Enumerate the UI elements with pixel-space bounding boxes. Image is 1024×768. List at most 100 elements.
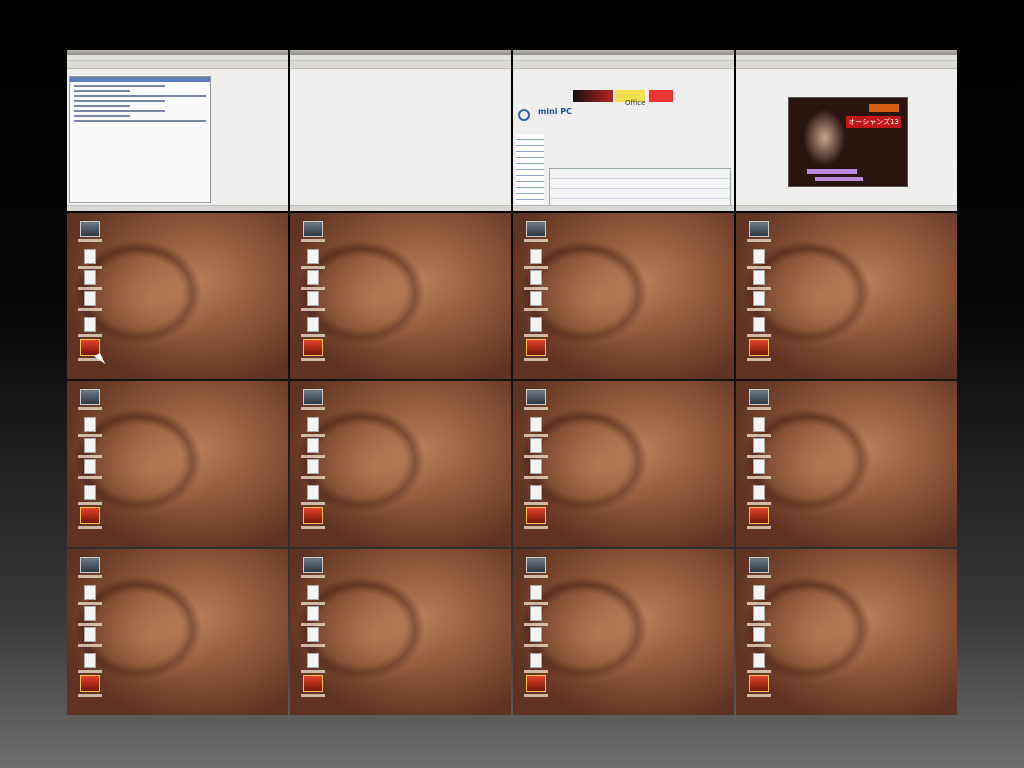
dialog-panel[interactable] (69, 76, 211, 203)
workspace-10[interactable] (290, 381, 511, 547)
desktop-icon[interactable] (301, 557, 325, 578)
desktop-icon[interactable] (747, 653, 771, 673)
browser-window-blank[interactable] (290, 50, 511, 211)
desktop-icon[interactable] (747, 339, 771, 361)
player-toolbar[interactable] (736, 61, 957, 69)
workspace-9[interactable] (67, 381, 288, 547)
workspace-7[interactable] (513, 213, 734, 379)
workspace-12[interactable] (736, 381, 957, 547)
desktop-icon[interactable] (301, 317, 325, 337)
desktop-icon[interactable] (301, 507, 325, 529)
desktop-icon[interactable] (78, 417, 102, 437)
desktop-icon[interactable] (524, 339, 548, 361)
desktop-icon[interactable] (524, 585, 548, 605)
desktop-icon[interactable] (524, 557, 548, 578)
desktop-icon[interactable] (78, 221, 102, 242)
desktop-icon[interactable] (747, 485, 771, 505)
desktop-icon[interactable] (301, 291, 325, 311)
window-toolbar[interactable] (513, 61, 734, 69)
desktop-icon[interactable] (301, 438, 325, 458)
desktop-icon[interactable] (747, 585, 771, 605)
ad-banner[interactable] (573, 90, 613, 102)
window-toolbar[interactable] (67, 61, 288, 69)
desktop-icon[interactable] (301, 627, 325, 647)
desktop-icon[interactable] (524, 249, 548, 269)
workspace-14[interactable] (290, 549, 511, 715)
desktop-icon[interactable] (747, 249, 771, 269)
desktop-icon[interactable] (78, 557, 102, 578)
desktop-icon[interactable] (747, 438, 771, 458)
desktop-icon[interactable] (524, 627, 548, 647)
desktop-icon[interactable] (747, 270, 771, 290)
desktop-icon[interactable] (78, 438, 102, 458)
desktop-icon[interactable] (524, 291, 548, 311)
desktop-icon[interactable] (301, 675, 325, 697)
desktop-icon[interactable] (78, 606, 102, 626)
desktop-icon[interactable] (301, 389, 325, 410)
desktop-icon[interactable] (524, 417, 548, 437)
workspace-15[interactable] (513, 549, 734, 715)
desktop-icon[interactable] (747, 291, 771, 311)
desktop-icon[interactable] (747, 389, 771, 410)
workspace-16[interactable] (736, 549, 957, 715)
workspace-11[interactable] (513, 381, 734, 547)
workspace-13[interactable] (67, 549, 288, 715)
desktop-icon[interactable] (78, 317, 102, 337)
workspace-2[interactable] (290, 50, 511, 211)
site-logo[interactable]: mini PC (518, 106, 578, 121)
desktop-icon[interactable] (301, 339, 325, 361)
desktop-icon[interactable] (301, 485, 325, 505)
desktop-icon[interactable] (78, 653, 102, 673)
desktop-icon[interactable] (524, 270, 548, 290)
desktop-icon[interactable] (747, 221, 771, 242)
workspace-1[interactable] (67, 50, 288, 211)
desktop-icon[interactable] (747, 459, 771, 479)
desktop-icon[interactable] (78, 249, 102, 269)
site-sidebar[interactable] (516, 134, 544, 204)
desktop-icon[interactable] (747, 417, 771, 437)
desktop-icon[interactable] (301, 606, 325, 626)
desktop-icon[interactable] (747, 317, 771, 337)
desktop-icon[interactable] (301, 417, 325, 437)
desktop-icon[interactable] (747, 675, 771, 697)
video-player-window[interactable]: オーシャンズ13 (736, 50, 957, 211)
desktop-icon[interactable] (524, 438, 548, 458)
desktop-icon[interactable] (78, 459, 102, 479)
desktop-icon[interactable] (747, 557, 771, 578)
desktop-icon[interactable] (524, 653, 548, 673)
desktop-icon[interactable] (78, 389, 102, 410)
video-frame[interactable]: オーシャンズ13 (788, 97, 908, 187)
desktop-icon[interactable] (747, 627, 771, 647)
desktop-icon[interactable] (301, 270, 325, 290)
desktop-icon[interactable] (524, 485, 548, 505)
desktop-icon[interactable] (301, 585, 325, 605)
desktop-icon[interactable] (747, 507, 771, 529)
editor-window[interactable] (67, 50, 288, 211)
desktop-icon[interactable] (524, 221, 548, 242)
browser-window[interactable]: Office mini PC (513, 50, 734, 211)
workspace-8[interactable] (736, 213, 957, 379)
desktop-icon[interactable] (78, 585, 102, 605)
desktop-icon[interactable] (78, 270, 102, 290)
desktop-icon[interactable] (301, 221, 325, 242)
office-banner[interactable]: Office (615, 90, 645, 107)
desktop-icon[interactable] (301, 459, 325, 479)
desktop-icon[interactable] (301, 249, 325, 269)
desktop-icon[interactable] (78, 291, 102, 311)
workspace-6[interactable] (290, 213, 511, 379)
desktop-icon[interactable] (524, 459, 548, 479)
desktop-icon[interactable] (78, 507, 102, 529)
desktop-icon[interactable] (524, 606, 548, 626)
desktop-icon[interactable] (524, 507, 548, 529)
desktop-icon[interactable] (524, 317, 548, 337)
desktop-icon[interactable] (78, 627, 102, 647)
window-toolbar[interactable] (290, 61, 511, 69)
desktop-icon[interactable] (78, 675, 102, 697)
workspace-4[interactable]: オーシャンズ13 (736, 50, 957, 211)
workspace-3[interactable]: Office mini PC (513, 50, 734, 211)
desktop-icon[interactable] (524, 675, 548, 697)
desktop-icon[interactable] (747, 606, 771, 626)
ad-banner[interactable] (649, 90, 673, 102)
desktop-icon[interactable] (524, 389, 548, 410)
desktop-icon[interactable] (301, 653, 325, 673)
